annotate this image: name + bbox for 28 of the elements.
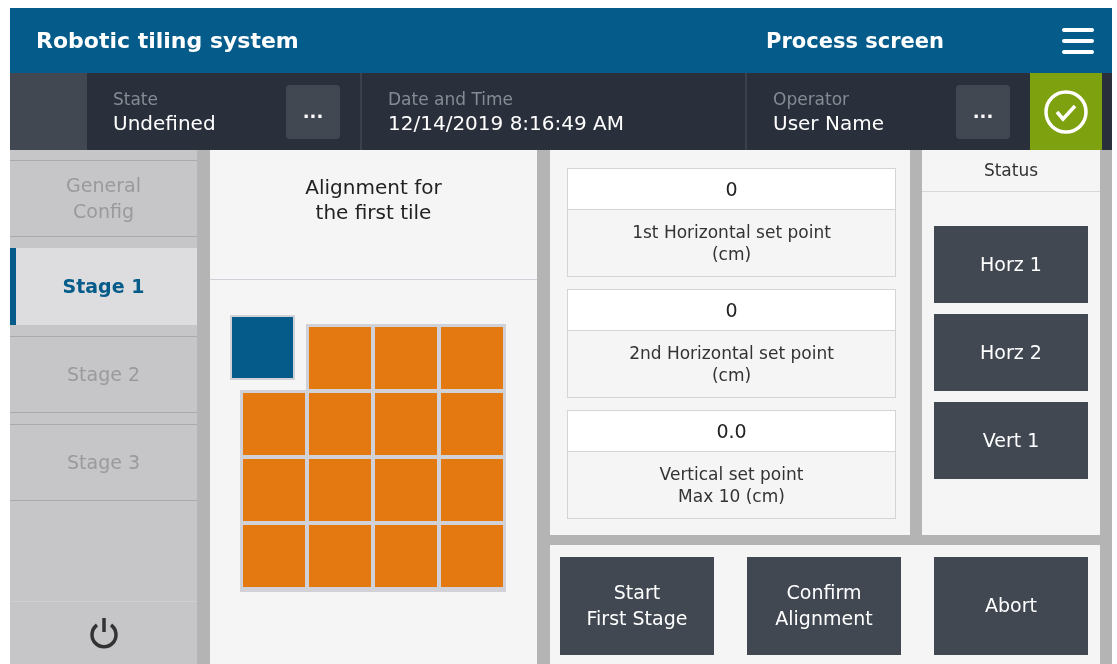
setpoint-label: 1st Horizontal set point (cm) <box>631 220 832 266</box>
more-button[interactable]: ... <box>286 84 340 139</box>
setpoint-label: 2nd Horizontal set point (cm) <box>628 341 835 387</box>
status-button[interactable]: Horz 2 <box>934 314 1088 391</box>
field-label: Date and Time <box>388 88 515 109</box>
setpoint-input[interactable]: 0.0 <box>568 411 895 452</box>
field-value: User Name <box>773 110 885 135</box>
action-button[interactable]: Abort <box>934 557 1088 655</box>
setpoint-input[interactable]: 0 <box>568 169 895 210</box>
panel-title: Alignment for the first tile <box>210 150 537 280</box>
menu-icon[interactable] <box>1062 26 1094 55</box>
status-button[interactable]: Horz 1 <box>934 226 1088 303</box>
check-circle-icon <box>1043 88 1089 135</box>
status-title: Status <box>922 150 1100 192</box>
app-title: Robotic tiling system <box>36 28 300 53</box>
power-icon <box>88 616 119 650</box>
action-button[interactable]: Confirm Alignment <box>747 557 901 655</box>
more-button[interactable]: ... <box>956 84 1010 139</box>
field-value: 12/14/2019 8:16:49 AM <box>388 110 626 135</box>
sidebar-tab[interactable]: Stage 1 <box>10 248 197 325</box>
action-button[interactable]: Start First Stage <box>560 557 714 655</box>
field-label: Operator <box>773 88 851 109</box>
setpoint-label: Vertical set point Max 10 (cm) <box>658 462 805 508</box>
field-label: State <box>113 88 159 109</box>
screen-title: Process screen <box>766 28 944 53</box>
setpoint-input[interactable]: 0 <box>568 290 895 331</box>
status-button[interactable]: Vert 1 <box>934 402 1088 479</box>
field-value: Undefined <box>113 110 217 135</box>
